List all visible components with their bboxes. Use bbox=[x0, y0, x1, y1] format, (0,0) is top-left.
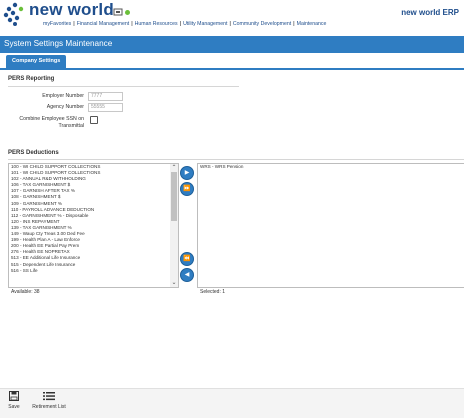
logo-icon bbox=[3, 2, 24, 26]
move-all-left-icon[interactable]: ⏪ bbox=[180, 252, 194, 266]
product-name: new world ERP bbox=[401, 8, 459, 17]
pers-reporting-title: PERS Reporting bbox=[8, 76, 55, 82]
section-divider bbox=[8, 86, 239, 87]
move-all-right-icon[interactable]: ⏩ bbox=[180, 182, 194, 196]
footer-toolbar: Save Retirement List bbox=[0, 388, 464, 418]
save-icon bbox=[9, 391, 19, 401]
top-nav: myFavorites | Financial Management | Human R… bbox=[43, 21, 326, 27]
move-right-icon[interactable]: ▶ bbox=[180, 166, 194, 180]
scroll-thumb[interactable] bbox=[171, 172, 177, 221]
nav-separator: | bbox=[73, 21, 75, 27]
selected-list-items: WRS - WRS Pension bbox=[198, 164, 464, 170]
section-divider bbox=[8, 159, 464, 160]
employer-number-input[interactable]: 7777 bbox=[88, 92, 123, 101]
move-left-icon[interactable]: ◀ bbox=[180, 268, 194, 282]
gear-icon bbox=[113, 8, 123, 16]
list-item[interactable]: WRS - WRS Pension bbox=[198, 164, 464, 170]
combine-ssn-label-line2: Transmittal bbox=[58, 122, 84, 129]
available-list[interactable]: 100 - WI CHILD SUPPORT COLLECTIONS 101 - … bbox=[8, 163, 179, 288]
title-bar: System Settings Maintenance bbox=[0, 36, 464, 53]
list-icon bbox=[43, 392, 55, 401]
nav-community-development[interactable]: Community Development bbox=[233, 21, 291, 27]
logo-text: new world bbox=[29, 0, 114, 19]
list-item[interactable]: 516 - SS Life bbox=[9, 268, 178, 274]
tab-company-settings[interactable]: Company Settings bbox=[6, 55, 67, 68]
nav-human-resources[interactable]: Human Resources bbox=[135, 21, 178, 27]
page-title: System Settings Maintenance bbox=[4, 39, 113, 48]
nav-separator: | bbox=[179, 21, 182, 27]
selected-list[interactable]: WRS - WRS Pension bbox=[197, 163, 464, 288]
status-dot-icon bbox=[125, 10, 130, 15]
app-header: new world new world ERP myFavorites | Fina… bbox=[0, 0, 464, 34]
scroll-up-icon[interactable]: ⌃ bbox=[170, 164, 178, 172]
nav-separator: | bbox=[293, 21, 295, 27]
tab-strip: Company Settings bbox=[0, 53, 464, 70]
save-button[interactable]: Save bbox=[4, 391, 24, 410]
nav-financial-management[interactable]: Financial Management bbox=[77, 21, 129, 27]
save-label: Save bbox=[8, 404, 20, 410]
nav-myfavorites[interactable]: myFavorites bbox=[43, 21, 71, 27]
nav-maintenance[interactable]: Maintenance bbox=[297, 21, 327, 27]
selected-count: Selected: 1 bbox=[200, 289, 226, 295]
scroll-down-icon[interactable]: ⌄ bbox=[170, 279, 178, 287]
agency-number-label: Agency Number bbox=[46, 104, 84, 110]
agency-number-input[interactable]: 55555 bbox=[88, 103, 123, 112]
combine-ssn-label: Combine Employee SSN on Transmittal bbox=[4, 116, 84, 129]
nav-utility-management[interactable]: Utility Management bbox=[183, 21, 227, 27]
available-list-items: 100 - WI CHILD SUPPORT COLLECTIONS 101 - … bbox=[9, 164, 178, 274]
retirement-list-button[interactable]: Retirement List bbox=[27, 391, 71, 410]
available-list-scrollbar[interactable]: ⌃ ⌄ bbox=[170, 164, 178, 287]
pers-deductions-title: PERS Deductions bbox=[8, 150, 59, 156]
nav-separator: | bbox=[229, 21, 231, 27]
combine-ssn-checkbox[interactable] bbox=[90, 116, 98, 124]
nav-separator: | bbox=[131, 21, 133, 27]
available-count: Available: 38 bbox=[11, 289, 40, 295]
employer-number-label: Employer Number bbox=[42, 93, 84, 99]
retirement-list-label: Retirement List bbox=[32, 404, 66, 410]
combine-ssn-label-line1: Combine Employee SSN on bbox=[19, 116, 84, 122]
